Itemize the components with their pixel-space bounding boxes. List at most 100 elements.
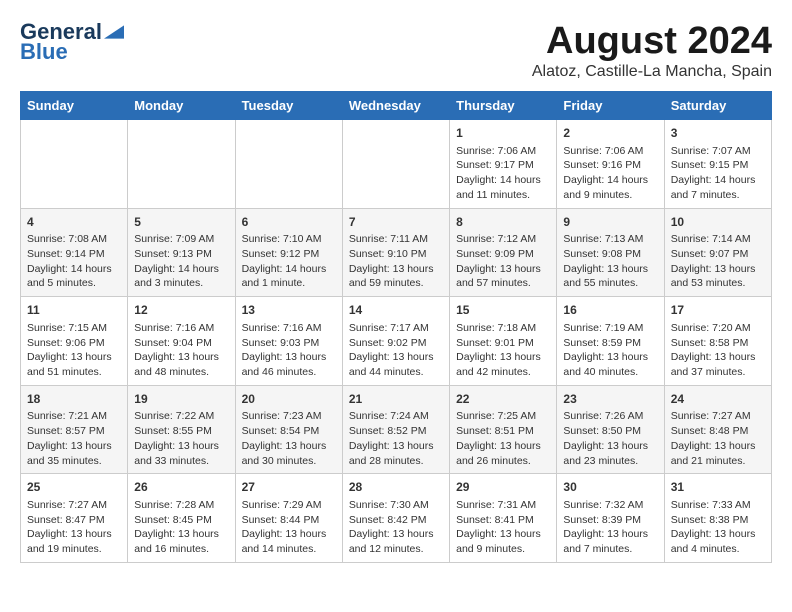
day-number: 17 bbox=[671, 302, 765, 319]
calendar-cell: 10Sunrise: 7:14 AM Sunset: 9:07 PM Dayli… bbox=[664, 208, 771, 297]
cell-content: Sunrise: 7:32 AM Sunset: 8:39 PM Dayligh… bbox=[563, 498, 657, 557]
day-header-sunday: Sunday bbox=[21, 92, 128, 120]
calendar-cell: 23Sunrise: 7:26 AM Sunset: 8:50 PM Dayli… bbox=[557, 385, 664, 474]
calendar-cell: 14 Sunrise: 7:17 AM Sunset: 9:02 PM Dayli… bbox=[342, 297, 449, 386]
day-number: 15 bbox=[456, 302, 550, 319]
calendar-cell: 25Sunrise: 7:27 AM Sunset: 8:47 PM Dayli… bbox=[21, 474, 128, 563]
day-number: 22 bbox=[456, 391, 550, 408]
week-row-4: 18Sunrise: 7:21 AM Sunset: 8:57 PM Dayli… bbox=[21, 385, 772, 474]
calendar-cell: 22Sunrise: 7:25 AM Sunset: 8:51 PM Dayli… bbox=[450, 385, 557, 474]
cell-content: Sunrise: 7:13 AM Sunset: 9:08 PM Dayligh… bbox=[563, 232, 657, 291]
calendar-cell: 2 Sunrise: 7:06 AM Sunset: 9:16 PM Daylig… bbox=[557, 120, 664, 209]
cell-content: Sunrise: 7:31 AM Sunset: 8:41 PM Dayligh… bbox=[456, 498, 550, 557]
calendar-cell: 1 Sunrise: 7:06 AM Sunset: 9:17 PM Daylig… bbox=[450, 120, 557, 209]
calendar-cell: 16 Sunrise: 7:19 AM Sunset: 8:59 PM Dayli… bbox=[557, 297, 664, 386]
main-title: August 2024 bbox=[532, 20, 772, 63]
day-number: 24 bbox=[671, 391, 765, 408]
calendar-table: SundayMondayTuesdayWednesdayThursdayFrid… bbox=[20, 91, 772, 563]
day-number: 9 bbox=[563, 214, 657, 231]
page-container: General Blue August 2024 Alatoz, Castill… bbox=[20, 20, 772, 563]
cell-content: Sunrise: 7:07 AM Sunset: 9:15 PM Dayligh… bbox=[671, 144, 765, 203]
day-number: 10 bbox=[671, 214, 765, 231]
day-number: 21 bbox=[349, 391, 443, 408]
calendar-cell: 24Sunrise: 7:27 AM Sunset: 8:48 PM Dayli… bbox=[664, 385, 771, 474]
cell-content: Sunrise: 7:30 AM Sunset: 8:42 PM Dayligh… bbox=[349, 498, 443, 557]
day-number: 18 bbox=[27, 391, 121, 408]
day-number: 23 bbox=[563, 391, 657, 408]
cell-content: Sunrise: 7:22 AM Sunset: 8:55 PM Dayligh… bbox=[134, 409, 228, 468]
day-number: 20 bbox=[242, 391, 336, 408]
calendar-cell: 8Sunrise: 7:12 AM Sunset: 9:09 PM Daylig… bbox=[450, 208, 557, 297]
day-header-saturday: Saturday bbox=[664, 92, 771, 120]
calendar-cell: 19Sunrise: 7:22 AM Sunset: 8:55 PM Dayli… bbox=[128, 385, 235, 474]
cell-content: Sunrise: 7:19 AM Sunset: 8:59 PM Dayligh… bbox=[563, 321, 657, 380]
cell-content: Sunrise: 7:33 AM Sunset: 8:38 PM Dayligh… bbox=[671, 498, 765, 557]
header: General Blue August 2024 Alatoz, Castill… bbox=[20, 20, 772, 81]
calendar-cell: 4Sunrise: 7:08 AM Sunset: 9:14 PM Daylig… bbox=[21, 208, 128, 297]
cell-content: Sunrise: 7:21 AM Sunset: 8:57 PM Dayligh… bbox=[27, 409, 121, 468]
week-row-1: 1 Sunrise: 7:06 AM Sunset: 9:17 PM Daylig… bbox=[21, 120, 772, 209]
day-number: 7 bbox=[349, 214, 443, 231]
cell-content: Sunrise: 7:16 AM Sunset: 9:03 PM Dayligh… bbox=[242, 321, 336, 380]
week-row-3: 11Sunrise: 7:15 AM Sunset: 9:06 PM Dayli… bbox=[21, 297, 772, 386]
calendar-cell bbox=[342, 120, 449, 209]
cell-content: Sunrise: 7:18 AM Sunset: 9:01 PM Dayligh… bbox=[456, 321, 550, 380]
day-header-friday: Friday bbox=[557, 92, 664, 120]
day-number: 31 bbox=[671, 479, 765, 496]
day-number: 27 bbox=[242, 479, 336, 496]
day-number: 11 bbox=[27, 302, 121, 319]
day-number: 1 bbox=[456, 125, 550, 142]
cell-content: Sunrise: 7:20 AM Sunset: 8:58 PM Dayligh… bbox=[671, 321, 765, 380]
day-number: 6 bbox=[242, 214, 336, 231]
day-header-wednesday: Wednesday bbox=[342, 92, 449, 120]
cell-content: Sunrise: 7:09 AM Sunset: 9:13 PM Dayligh… bbox=[134, 232, 228, 291]
calendar-cell: 27 Sunrise: 7:29 AM Sunset: 8:44 PM Dayli… bbox=[235, 474, 342, 563]
cell-content: Sunrise: 7:10 AM Sunset: 9:12 PM Dayligh… bbox=[242, 232, 336, 291]
day-number: 16 bbox=[563, 302, 657, 319]
day-number: 30 bbox=[563, 479, 657, 496]
cell-content: Sunrise: 7:14 AM Sunset: 9:07 PM Dayligh… bbox=[671, 232, 765, 291]
week-row-2: 4Sunrise: 7:08 AM Sunset: 9:14 PM Daylig… bbox=[21, 208, 772, 297]
day-number: 26 bbox=[134, 479, 228, 496]
calendar-cell bbox=[21, 120, 128, 209]
subtitle: Alatoz, Castille-La Mancha, Spain bbox=[532, 63, 772, 81]
cell-content: Sunrise: 7:06 AM Sunset: 9:16 PM Dayligh… bbox=[563, 144, 657, 203]
cell-content: Sunrise: 7:26 AM Sunset: 8:50 PM Dayligh… bbox=[563, 409, 657, 468]
calendar-cell bbox=[235, 120, 342, 209]
cell-content: Sunrise: 7:16 AM Sunset: 9:04 PM Dayligh… bbox=[134, 321, 228, 380]
day-number: 28 bbox=[349, 479, 443, 496]
calendar-cell: 3Sunrise: 7:07 AM Sunset: 9:15 PM Daylig… bbox=[664, 120, 771, 209]
cell-content: Sunrise: 7:28 AM Sunset: 8:45 PM Dayligh… bbox=[134, 498, 228, 557]
title-section: August 2024 Alatoz, Castille-La Mancha, … bbox=[532, 20, 772, 81]
cell-content: Sunrise: 7:27 AM Sunset: 8:48 PM Dayligh… bbox=[671, 409, 765, 468]
header-row: SundayMondayTuesdayWednesdayThursdayFrid… bbox=[21, 92, 772, 120]
calendar-cell: 29Sunrise: 7:31 AM Sunset: 8:41 PM Dayli… bbox=[450, 474, 557, 563]
calendar-cell: 9Sunrise: 7:13 AM Sunset: 9:08 PM Daylig… bbox=[557, 208, 664, 297]
calendar-cell: 30 Sunrise: 7:32 AM Sunset: 8:39 PM Dayli… bbox=[557, 474, 664, 563]
calendar-cell: 26 Sunrise: 7:28 AM Sunset: 8:45 PM Dayli… bbox=[128, 474, 235, 563]
day-number: 13 bbox=[242, 302, 336, 319]
cell-content: Sunrise: 7:23 AM Sunset: 8:54 PM Dayligh… bbox=[242, 409, 336, 468]
calendar-cell: 17 Sunrise: 7:20 AM Sunset: 8:58 PM Dayli… bbox=[664, 297, 771, 386]
day-number: 2 bbox=[563, 125, 657, 142]
calendar-cell: 21Sunrise: 7:24 AM Sunset: 8:52 PM Dayli… bbox=[342, 385, 449, 474]
cell-content: Sunrise: 7:11 AM Sunset: 9:10 PM Dayligh… bbox=[349, 232, 443, 291]
week-row-5: 25Sunrise: 7:27 AM Sunset: 8:47 PM Dayli… bbox=[21, 474, 772, 563]
day-header-monday: Monday bbox=[128, 92, 235, 120]
calendar-cell bbox=[128, 120, 235, 209]
day-header-thursday: Thursday bbox=[450, 92, 557, 120]
day-number: 25 bbox=[27, 479, 121, 496]
cell-content: Sunrise: 7:17 AM Sunset: 9:02 PM Dayligh… bbox=[349, 321, 443, 380]
day-number: 14 bbox=[349, 302, 443, 319]
cell-content: Sunrise: 7:24 AM Sunset: 8:52 PM Dayligh… bbox=[349, 409, 443, 468]
day-number: 19 bbox=[134, 391, 228, 408]
calendar-cell: 11Sunrise: 7:15 AM Sunset: 9:06 PM Dayli… bbox=[21, 297, 128, 386]
day-number: 8 bbox=[456, 214, 550, 231]
calendar-cell: 12 Sunrise: 7:16 AM Sunset: 9:04 PM Dayli… bbox=[128, 297, 235, 386]
logo-icon bbox=[104, 25, 124, 39]
calendar-cell: 7Sunrise: 7:11 AM Sunset: 9:10 PM Daylig… bbox=[342, 208, 449, 297]
day-number: 12 bbox=[134, 302, 228, 319]
cell-content: Sunrise: 7:06 AM Sunset: 9:17 PM Dayligh… bbox=[456, 144, 550, 203]
calendar-cell: 28 Sunrise: 7:30 AM Sunset: 8:42 PM Dayli… bbox=[342, 474, 449, 563]
cell-content: Sunrise: 7:29 AM Sunset: 8:44 PM Dayligh… bbox=[242, 498, 336, 557]
